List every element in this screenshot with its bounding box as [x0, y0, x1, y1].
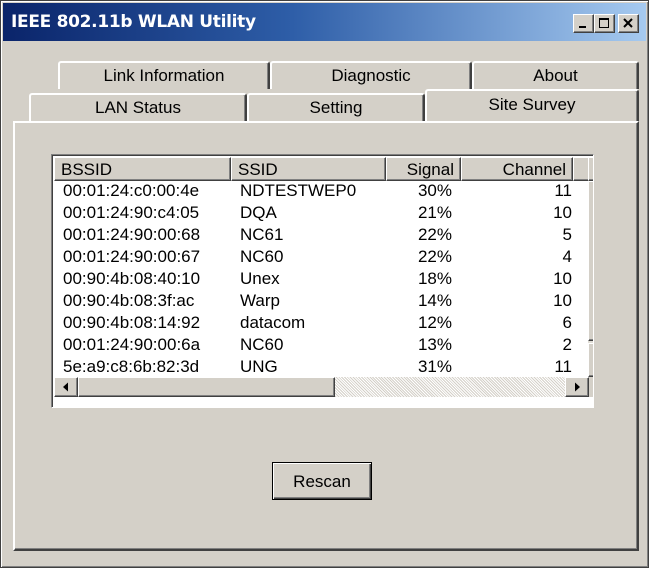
vertical-scrollbar[interactable]	[588, 157, 594, 377]
minimize-button[interactable]	[573, 14, 594, 33]
tab-setting[interactable]: Setting	[247, 93, 425, 121]
column-label: Signal	[406, 160, 454, 179]
channel-cell: 10	[553, 291, 572, 310]
maximize-button[interactable]	[594, 14, 615, 33]
horizontal-scrollbar[interactable]	[54, 377, 589, 397]
signal-cell: 22%	[417, 225, 452, 244]
signal-cell: 31%	[417, 357, 452, 376]
ssid-cell: NC61	[240, 225, 284, 244]
tab-label: Link Information	[103, 66, 225, 85]
ssid-cell: Warp	[240, 291, 280, 310]
tab-label: Diagnostic	[331, 66, 411, 85]
bssid-cell: 00:90:4b:08:40:10	[63, 269, 201, 288]
ssid-cell: NDTESTWEP0	[240, 181, 357, 200]
scroll-right-button[interactable]	[565, 377, 589, 397]
bssid-cell: 00:01:24:90:c4:05	[63, 203, 200, 222]
column-label: Channel	[502, 160, 566, 179]
channel-cell: 10	[553, 203, 572, 222]
channel-cell: 2	[562, 335, 572, 354]
ssid-cell: Unex	[240, 269, 280, 288]
maximize-icon	[599, 18, 609, 28]
signal-cell: 13%	[417, 335, 452, 354]
arrow-up-icon	[589, 158, 594, 180]
scroll-down-button[interactable]	[588, 343, 594, 377]
arrow-right-icon	[575, 382, 580, 392]
tab-label: About	[533, 66, 578, 85]
arrow-down-icon	[589, 344, 594, 376]
bssid-cell: 00:90:4b:08:3f:ac	[63, 291, 195, 310]
channel-cell: 11	[554, 181, 572, 200]
column-label: SSID	[238, 160, 278, 179]
bssid-cell: 00:01:24:90:00:6a	[63, 335, 201, 354]
list-item[interactable]: 00:90:4b:08:3f:ac Warp 14% 10	[54, 291, 589, 313]
site-survey-list[interactable]: BSSID SSID Signal Channel 00:01:24:c0:00…	[51, 154, 594, 408]
tab-about[interactable]: About	[472, 61, 639, 89]
ssid-cell: NC60	[240, 335, 284, 354]
tab-site-survey[interactable]: Site Survey	[425, 89, 639, 121]
channel-cell: 6	[562, 313, 572, 332]
rescan-button[interactable]: Rescan	[272, 462, 372, 500]
window-title: IEEE 802.11b WLAN Utility	[11, 12, 256, 32]
bssid-cell: 00:01:24:c0:00:4e	[63, 181, 200, 200]
minimize-icon	[579, 26, 586, 28]
tab-diagnostic[interactable]: Diagnostic	[270, 61, 472, 89]
bssid-cell: 00:90:4b:08:14:92	[63, 313, 201, 332]
signal-cell: 21%	[417, 203, 452, 222]
tab-label: LAN Status	[95, 98, 181, 117]
column-header-channel[interactable]: Channel	[461, 157, 573, 181]
signal-cell: 22%	[417, 247, 452, 266]
bssid-cell: 00:01:24:90:00:68	[63, 225, 201, 244]
close-icon	[623, 18, 633, 28]
list-rows: 00:01:24:c0:00:4e NDTESTWEP0 30% 11 00:01:24…	[54, 181, 589, 377]
list-item[interactable]: 00:01:24:90:00:6a NC60 13% 2	[54, 335, 589, 357]
list-item[interactable]: 00:01:24:90:00:67 NC60 22% 4	[54, 247, 589, 269]
signal-cell: 12%	[417, 313, 452, 332]
channel-cell: 5	[562, 225, 572, 244]
tab-label: Setting	[309, 98, 363, 117]
signal-cell: 30%	[417, 181, 452, 200]
scroll-thumb-horizontal[interactable]	[78, 377, 335, 397]
bssid-cell: 00:01:24:90:00:67	[63, 247, 201, 266]
column-header-bssid[interactable]: BSSID	[54, 157, 231, 181]
list-item[interactable]: 5e:a9:c8:6b:82:3d UNG 31% 11	[54, 357, 589, 377]
channel-cell: 10	[553, 269, 572, 288]
signal-cell: 18%	[417, 269, 452, 288]
ssid-cell: NC60	[240, 247, 284, 266]
scroll-up-button[interactable]	[588, 157, 594, 181]
list-item[interactable]: 00:90:4b:08:40:10 Unex 18% 10	[54, 269, 589, 291]
list-item[interactable]: 00:90:4b:08:14:92 datacom 12% 6	[54, 313, 589, 335]
ssid-cell: datacom	[240, 313, 306, 332]
channel-cell: 11	[554, 357, 572, 376]
tab-lan-status[interactable]: LAN Status	[29, 93, 247, 121]
list-item[interactable]: 00:01:24:90:00:68 NC61 22% 5	[54, 225, 589, 247]
column-label: BSSID	[61, 160, 113, 179]
channel-cell: 4	[562, 247, 572, 266]
scroll-thumb-vertical[interactable]	[588, 181, 593, 341]
column-header-signal[interactable]: Signal	[386, 157, 461, 181]
scroll-corner	[589, 377, 593, 397]
bssid-cell: 5e:a9:c8:6b:82:3d	[63, 357, 200, 376]
list-item[interactable]: 00:01:24:c0:00:4e NDTESTWEP0 30% 11	[54, 181, 589, 203]
tab-label: Site Survey	[488, 95, 576, 114]
column-header-ssid[interactable]: SSID	[231, 157, 386, 181]
ssid-cell: DQA	[240, 203, 277, 222]
scroll-left-button[interactable]	[54, 377, 78, 397]
arrow-left-icon	[63, 382, 68, 392]
close-button[interactable]	[618, 14, 639, 33]
list-item[interactable]: 00:01:24:90:c4:05 DQA 21% 10	[54, 203, 589, 225]
title-bar[interactable]: IEEE 802.11b WLAN Utility	[3, 3, 646, 41]
signal-cell: 14%	[417, 291, 452, 310]
ssid-cell: UNG	[240, 357, 278, 376]
tab-link-information[interactable]: Link Information	[58, 61, 270, 89]
app-window: IEEE 802.11b WLAN Utility Link Informati…	[0, 0, 649, 568]
